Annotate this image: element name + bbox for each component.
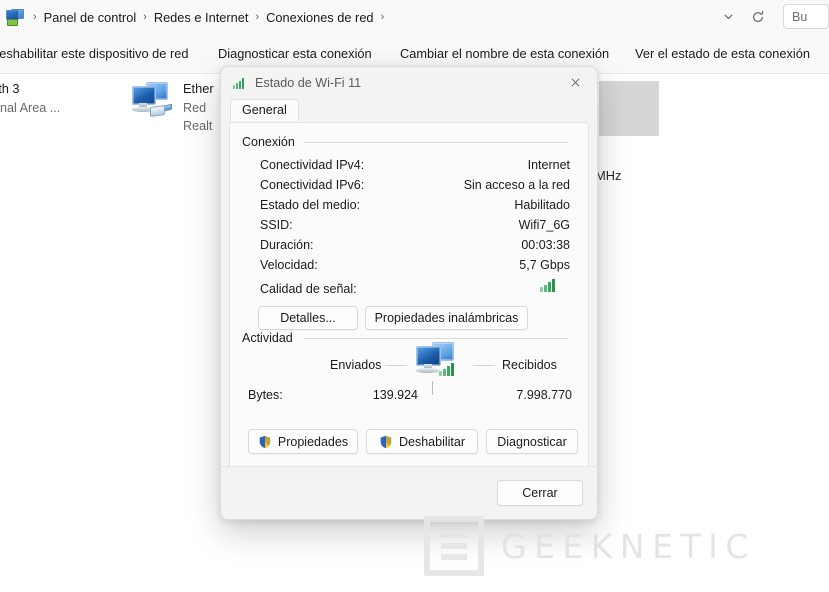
- diagnose-button-label: Diagnosticar: [497, 434, 567, 449]
- dialog-title: Estado de Wi-Fi 11: [255, 76, 362, 90]
- group-label-connection: Conexión: [242, 135, 301, 149]
- breadcrumb-item-2[interactable]: Conexiones de red: [262, 8, 377, 27]
- breadcrumb-separator: ›: [380, 11, 385, 23]
- properties-button-label: Propiedades: [277, 434, 349, 449]
- wifi-status-dialog: Estado de Wi-Fi 11 General Conexión Cone…: [220, 66, 598, 520]
- row-value-speed: 5,7 Gbps: [519, 258, 570, 272]
- list-item-network: Red: [183, 100, 207, 115]
- dialog-body: Conexión Conectividad IPv4: Internet Con…: [229, 122, 589, 502]
- breadcrumb[interactable]: › Panel de control › Redes e Internet › …: [6, 5, 387, 29]
- refresh-icon[interactable]: [743, 4, 773, 30]
- network-connections-icon: [6, 8, 24, 26]
- dialog-footer: Cerrar: [221, 466, 597, 519]
- chevron-down-icon[interactable]: [713, 4, 743, 30]
- shield-icon: [258, 435, 272, 449]
- disable-button-label: Deshabilitar: [398, 434, 465, 449]
- close-icon[interactable]: [555, 67, 595, 98]
- row-value-media-state: Habilitado: [514, 198, 570, 212]
- wifi-signal-icon: [233, 77, 247, 89]
- breadcrumb-separator: ›: [33, 11, 37, 23]
- properties-button[interactable]: Propiedades: [248, 429, 358, 454]
- diagnose-button[interactable]: Diagnosticar: [486, 429, 578, 454]
- row-label-media-state: Estado del medio:: [260, 198, 361, 212]
- row-label-ipv6: Conectividad IPv6:: [260, 178, 365, 192]
- breadcrumb-item-0[interactable]: Panel de control: [40, 8, 140, 27]
- breadcrumb-separator: ›: [143, 11, 147, 23]
- disable-button[interactable]: Deshabilitar: [366, 429, 478, 454]
- row-value-ssid: Wifi7_6G: [518, 218, 570, 232]
- row-label-speed: Velocidad:: [260, 258, 318, 272]
- list-item-name: ed Bluetooth 3: [0, 81, 20, 96]
- shield-icon: [379, 435, 393, 449]
- tab-general-label: General: [242, 103, 287, 117]
- signal-bars-icon: [540, 278, 558, 292]
- list-item-name: Ether: [183, 81, 214, 96]
- tab-general[interactable]: General: [230, 99, 299, 121]
- close-button-label: Cerrar: [522, 486, 558, 500]
- wireless-properties-button[interactable]: Propiedades inalámbricas: [365, 306, 528, 330]
- group-label-activity: Actividad: [242, 331, 299, 345]
- group-divider: [304, 338, 568, 339]
- wireless-properties-button-label: Propiedades inalámbricas: [374, 311, 519, 325]
- network-adapter-icon: [128, 80, 176, 122]
- label-sent: Enviados: [330, 358, 382, 372]
- toolbar-item-view-status[interactable]: Ver el estado de esta conexión: [633, 43, 812, 64]
- activity-divider: [432, 381, 433, 395]
- toolbar-item-diagnose[interactable]: Diagnosticar esta conexión: [216, 43, 374, 64]
- row-label-signal-quality: Calidad de señal:: [260, 282, 357, 296]
- breadcrumb-separator: ›: [255, 11, 260, 23]
- search-input[interactable]: Bu: [783, 4, 829, 29]
- list-item-device: vice (Personal Area ...: [0, 100, 61, 115]
- list-item[interactable]: ed Bluetooth 3 vice (Personal Area ...: [0, 80, 60, 122]
- activity-line-left: [385, 365, 407, 366]
- row-value-duration: 00:03:38: [521, 238, 570, 252]
- row-value-ipv4: Internet: [527, 158, 570, 172]
- two-computers-icon: [412, 341, 458, 381]
- row-label-ipv4: Conectividad IPv4:: [260, 158, 365, 172]
- group-divider: [304, 142, 568, 143]
- label-received: Recibidos: [502, 358, 557, 372]
- address-bar: › Panel de control › Redes e Internet › …: [0, 0, 829, 34]
- breadcrumb-item-1[interactable]: Redes e Internet: [150, 8, 253, 27]
- screen: › Panel de control › Redes e Internet › …: [0, 0, 829, 592]
- dialog-title-bar[interactable]: Estado de Wi-Fi 11: [221, 67, 597, 99]
- details-button[interactable]: Detalles...: [258, 306, 358, 330]
- value-bytes-received: 7.998.770: [516, 388, 572, 402]
- list-item-device: Realt: [183, 118, 213, 133]
- row-value-ipv6: Sin acceso a la red: [463, 178, 570, 192]
- value-bytes-sent: 139.924: [372, 388, 418, 402]
- toolbar-item-rename[interactable]: Cambiar el nombre de esta conexión: [398, 43, 611, 64]
- dialog-tabstrip: General: [221, 99, 597, 123]
- toolbar-item-disable-device[interactable]: Deshabilitar este dispositivo de red: [0, 43, 190, 64]
- label-bytes: Bytes:: [248, 388, 283, 402]
- activity-line-right: [473, 365, 495, 366]
- close-button[interactable]: Cerrar: [497, 480, 583, 506]
- row-label-duration: Duración:: [260, 238, 314, 252]
- details-button-label: Detalles...: [280, 311, 336, 325]
- list-item-selected-highlight[interactable]: [599, 81, 659, 136]
- search-input-text: Bu: [792, 9, 808, 24]
- row-label-ssid: SSID:: [260, 218, 293, 232]
- address-bar-actions: Bu: [713, 0, 829, 33]
- list-item[interactable]: Ether Red Realt: [128, 80, 214, 135]
